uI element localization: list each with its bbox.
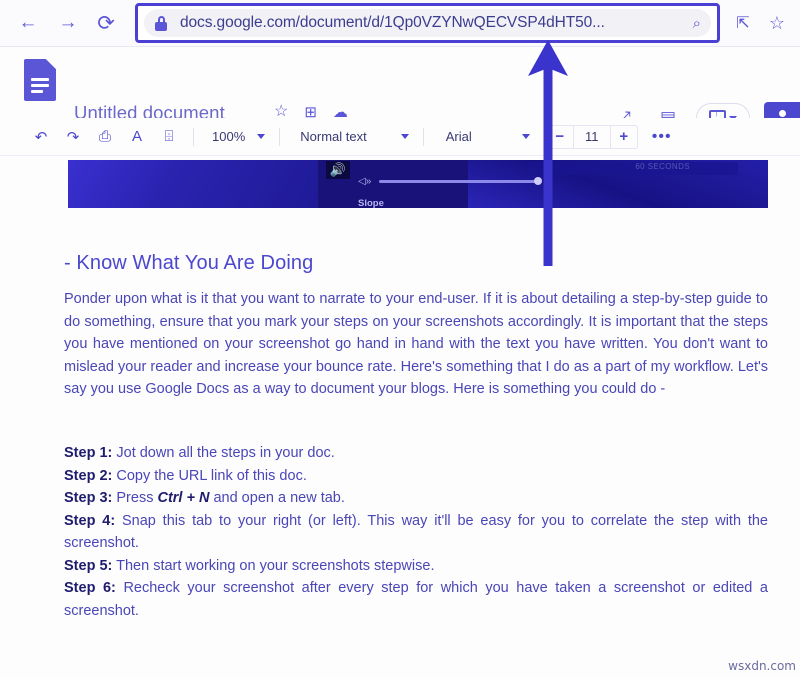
document-canvas: 60 SECONDS 🔊 ◁» Slope - Know What You Ar… <box>0 156 800 679</box>
step-label: Step 3: <box>64 490 113 506</box>
font-family-selector[interactable]: Arial <box>446 129 530 144</box>
font-family-value: Arial <box>445 129 472 144</box>
volume-slider: ◁» <box>358 176 543 187</box>
steps-list: Step 1: Jot down all the steps in your d… <box>64 442 768 622</box>
step-text: Copy the URL link of this doc. <box>116 467 307 484</box>
document-paragraph: Ponder upon what is it that you want to … <box>64 288 768 401</box>
media-top-bar <box>528 162 738 175</box>
more-options-icon[interactable]: ••• <box>652 128 672 146</box>
formatting-toolbar: ↶ ↷ ⎙ A ⌹ 100% Normal text Arial − 11 + … <box>0 118 800 156</box>
forward-arrow-icon[interactable]: → <box>53 8 83 38</box>
step-item: Step 6: Recheck your screenshot after ev… <box>64 577 768 622</box>
docs-header: Untitled document ☆ ⊞ ☁ File Edit View I… <box>0 46 800 149</box>
chevron-down-icon <box>521 134 530 139</box>
share-icon[interactable]: ⇱ <box>728 8 758 38</box>
redo-icon[interactable]: ↷ <box>60 124 86 150</box>
increase-font-size-button[interactable]: + <box>611 126 637 148</box>
embedded-screenshot-image: 60 SECONDS 🔊 ◁» Slope <box>68 160 768 208</box>
decrease-font-size-button[interactable]: − <box>547 126 573 148</box>
undo-icon[interactable]: ↶ <box>28 124 54 150</box>
step-text: Then start working on your screenshots s… <box>116 557 435 574</box>
step-item: Step 3: Press Ctrl + N and open a new ta… <box>64 487 768 510</box>
media-left-region <box>68 160 318 208</box>
slider-track <box>379 177 543 186</box>
spelling-check-icon[interactable]: A <box>124 124 150 150</box>
media-slope-label: Slope <box>358 198 384 208</box>
reload-icon[interactable]: ⟳ <box>91 8 121 38</box>
chevron-down-icon <box>257 134 266 139</box>
chevron-down-icon <box>400 134 409 139</box>
step-item: Step 4: Snap this tab to your right (or … <box>64 510 768 555</box>
step-item: Step 1: Jot down all the steps in your d… <box>64 442 768 465</box>
step-item: Step 5: Then start working on your scree… <box>64 555 768 578</box>
paint-format-icon[interactable]: ⌹ <box>156 124 182 150</box>
lock-icon <box>154 15 168 31</box>
zoom-value: 100% <box>212 129 246 144</box>
paragraph-text: Ponder upon what is it that you want to … <box>64 291 768 397</box>
bookmark-star-icon[interactable]: ☆ <box>762 8 792 38</box>
paragraph-style-selector[interactable]: Normal text <box>300 129 409 144</box>
step-text: Recheck your screenshot after every step… <box>64 580 768 619</box>
step-label: Step 1: <box>64 445 113 461</box>
step-label: Step 5: <box>64 557 113 574</box>
print-icon[interactable]: ⎙ <box>92 124 118 150</box>
toolbar-divider <box>279 127 281 146</box>
watermark: wsxdn.com <box>728 659 796 673</box>
step-text: Snap this tab to your right (or left). T… <box>64 512 768 552</box>
document-heading: - Know What You Are Doing <box>64 252 314 274</box>
zoom-selector[interactable]: 100% <box>212 129 266 144</box>
step-label: Step 2: <box>64 467 113 484</box>
paragraph-style-value: Normal text <box>300 129 367 144</box>
back-arrow-icon[interactable]: ← <box>13 8 43 38</box>
font-size-value[interactable]: 11 <box>572 125 611 148</box>
speaker-icon: 🔊 <box>326 161 350 179</box>
step-label: Step 4: <box>64 512 116 529</box>
toolbar-divider <box>193 127 194 146</box>
volume-icon: ◁» <box>358 176 372 187</box>
step-text: Jot down all the steps in your doc. <box>116 445 335 461</box>
font-size-stepper[interactable]: − 11 + <box>545 124 638 149</box>
step-text-after: and open a new tab. <box>209 490 345 506</box>
browser-window: ← → ⟳ docs.google.com/document/d/1Qp0VZY… <box>0 0 800 679</box>
address-bar[interactable]: docs.google.com/document/d/1Qp0VZYNwQECV… <box>144 9 711 37</box>
step-item: Step 2: Copy the URL link of this doc. <box>64 465 768 488</box>
step-shortcut-emphasis: Ctrl + N <box>157 490 210 506</box>
url-text: docs.google.com/document/d/1Qp0VZYNwQECV… <box>180 14 605 31</box>
url-bar-highlight-box: docs.google.com/document/d/1Qp0VZYNwQECV… <box>135 3 720 43</box>
search-icon[interactable]: ⌕ <box>693 15 701 32</box>
step-text-before: Press <box>116 490 158 506</box>
step-label: Step 6: <box>64 580 116 596</box>
media-seconds-label: 60 SECONDS <box>635 162 690 171</box>
browser-toolbar: ← → ⟳ docs.google.com/document/d/1Qp0VZY… <box>0 0 800 46</box>
google-docs-logo-icon <box>24 59 56 101</box>
toolbar-divider <box>422 127 424 146</box>
